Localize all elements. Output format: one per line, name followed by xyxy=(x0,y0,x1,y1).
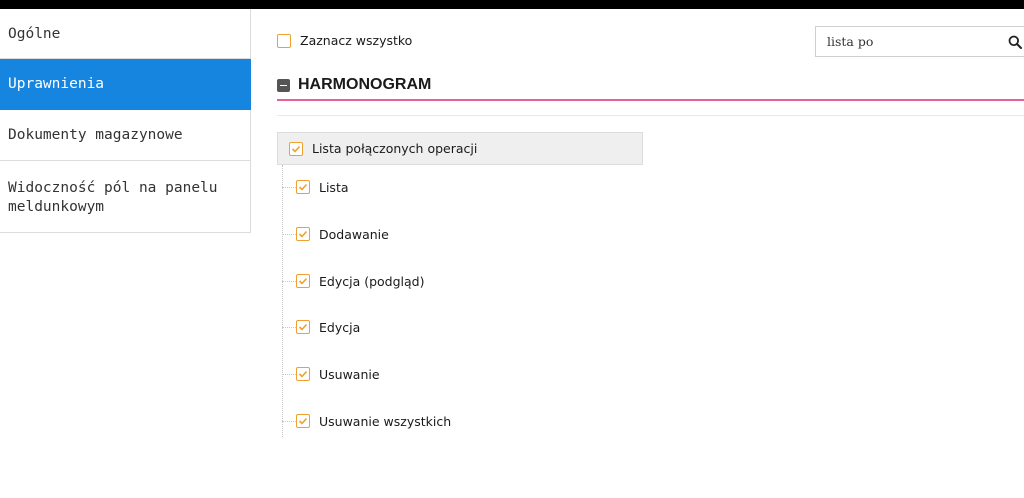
permission-item-label: Lista xyxy=(319,179,349,195)
top-bar xyxy=(0,0,1024,9)
search-input[interactable] xyxy=(816,27,1006,56)
tree-branch xyxy=(282,280,296,282)
permission-item-label: Usuwanie wszystkich xyxy=(319,413,452,429)
tree-branch xyxy=(282,373,296,375)
permission-item-label: Edycja xyxy=(319,319,361,335)
tree-connector xyxy=(282,165,283,437)
sidebar-item-label: Uprawnienia xyxy=(8,76,105,92)
section-divider xyxy=(277,99,1024,101)
checkbox-unchecked-icon[interactable] xyxy=(277,33,291,48)
checkbox-checked-icon[interactable] xyxy=(296,320,310,334)
main-panel: Zaznacz wszystko HARMONOGRAM Lista połąc… xyxy=(251,9,1024,498)
checkbox-checked-icon[interactable] xyxy=(296,274,310,288)
permission-item[interactable]: Dodawanie xyxy=(282,224,389,244)
divider xyxy=(277,115,1024,116)
tree-branch xyxy=(282,186,296,188)
collapse-icon[interactable] xyxy=(277,78,290,92)
permission-group-label: Lista połączonych operacji xyxy=(312,141,478,156)
checkbox-checked-icon[interactable] xyxy=(289,141,303,156)
sidebar-item-uprawnienia[interactable]: Uprawnienia xyxy=(0,59,251,110)
permission-item[interactable]: Edycja xyxy=(282,317,360,337)
sidebar-item-ogolne[interactable]: Ogólne xyxy=(0,9,251,59)
checkbox-checked-icon[interactable] xyxy=(296,367,310,381)
tree-branch xyxy=(282,420,296,422)
checkbox-checked-icon[interactable] xyxy=(296,414,310,428)
sidebar-item-label: Dokumenty magazynowe xyxy=(8,127,183,143)
permission-item[interactable]: Usuwanie xyxy=(282,364,380,384)
sidebar-item-widocznosc-pol[interactable]: Widoczność pól na panelu meldunkowym xyxy=(0,161,251,233)
section-header[interactable]: HARMONOGRAM xyxy=(277,76,431,94)
select-all-label: Zaznacz wszystko xyxy=(300,33,413,48)
sidebar-item-dokumenty-magazynowe[interactable]: Dokumenty magazynowe xyxy=(0,110,251,161)
checkbox-checked-icon[interactable] xyxy=(296,227,310,241)
permission-item-label: Usuwanie xyxy=(319,366,380,382)
sidebar: Ogólne Uprawnienia Dokumenty magazynowe … xyxy=(0,9,251,233)
tree-branch xyxy=(282,326,296,328)
permission-item-label: Edycja (podgląd) xyxy=(319,273,425,289)
permission-item[interactable]: Edycja (podgląd) xyxy=(282,271,424,291)
checkbox-checked-icon[interactable] xyxy=(296,180,310,194)
select-all-checkbox[interactable]: Zaznacz wszystko xyxy=(277,33,412,48)
sidebar-item-label: Ogólne xyxy=(8,26,61,42)
sidebar-item-label: Widoczność pól na panelu meldunkowym xyxy=(8,180,218,215)
section-title: HARMONOGRAM xyxy=(298,76,432,93)
search-icon[interactable] xyxy=(1008,34,1022,49)
tree-branch xyxy=(282,233,296,235)
permission-group-row[interactable]: Lista połączonych operacji xyxy=(277,132,643,165)
permission-item[interactable]: Lista xyxy=(282,177,349,197)
permission-item[interactable]: Usuwanie wszystkich xyxy=(282,411,451,431)
permission-item-label: Dodawanie xyxy=(319,226,389,242)
search-box xyxy=(815,26,1024,57)
